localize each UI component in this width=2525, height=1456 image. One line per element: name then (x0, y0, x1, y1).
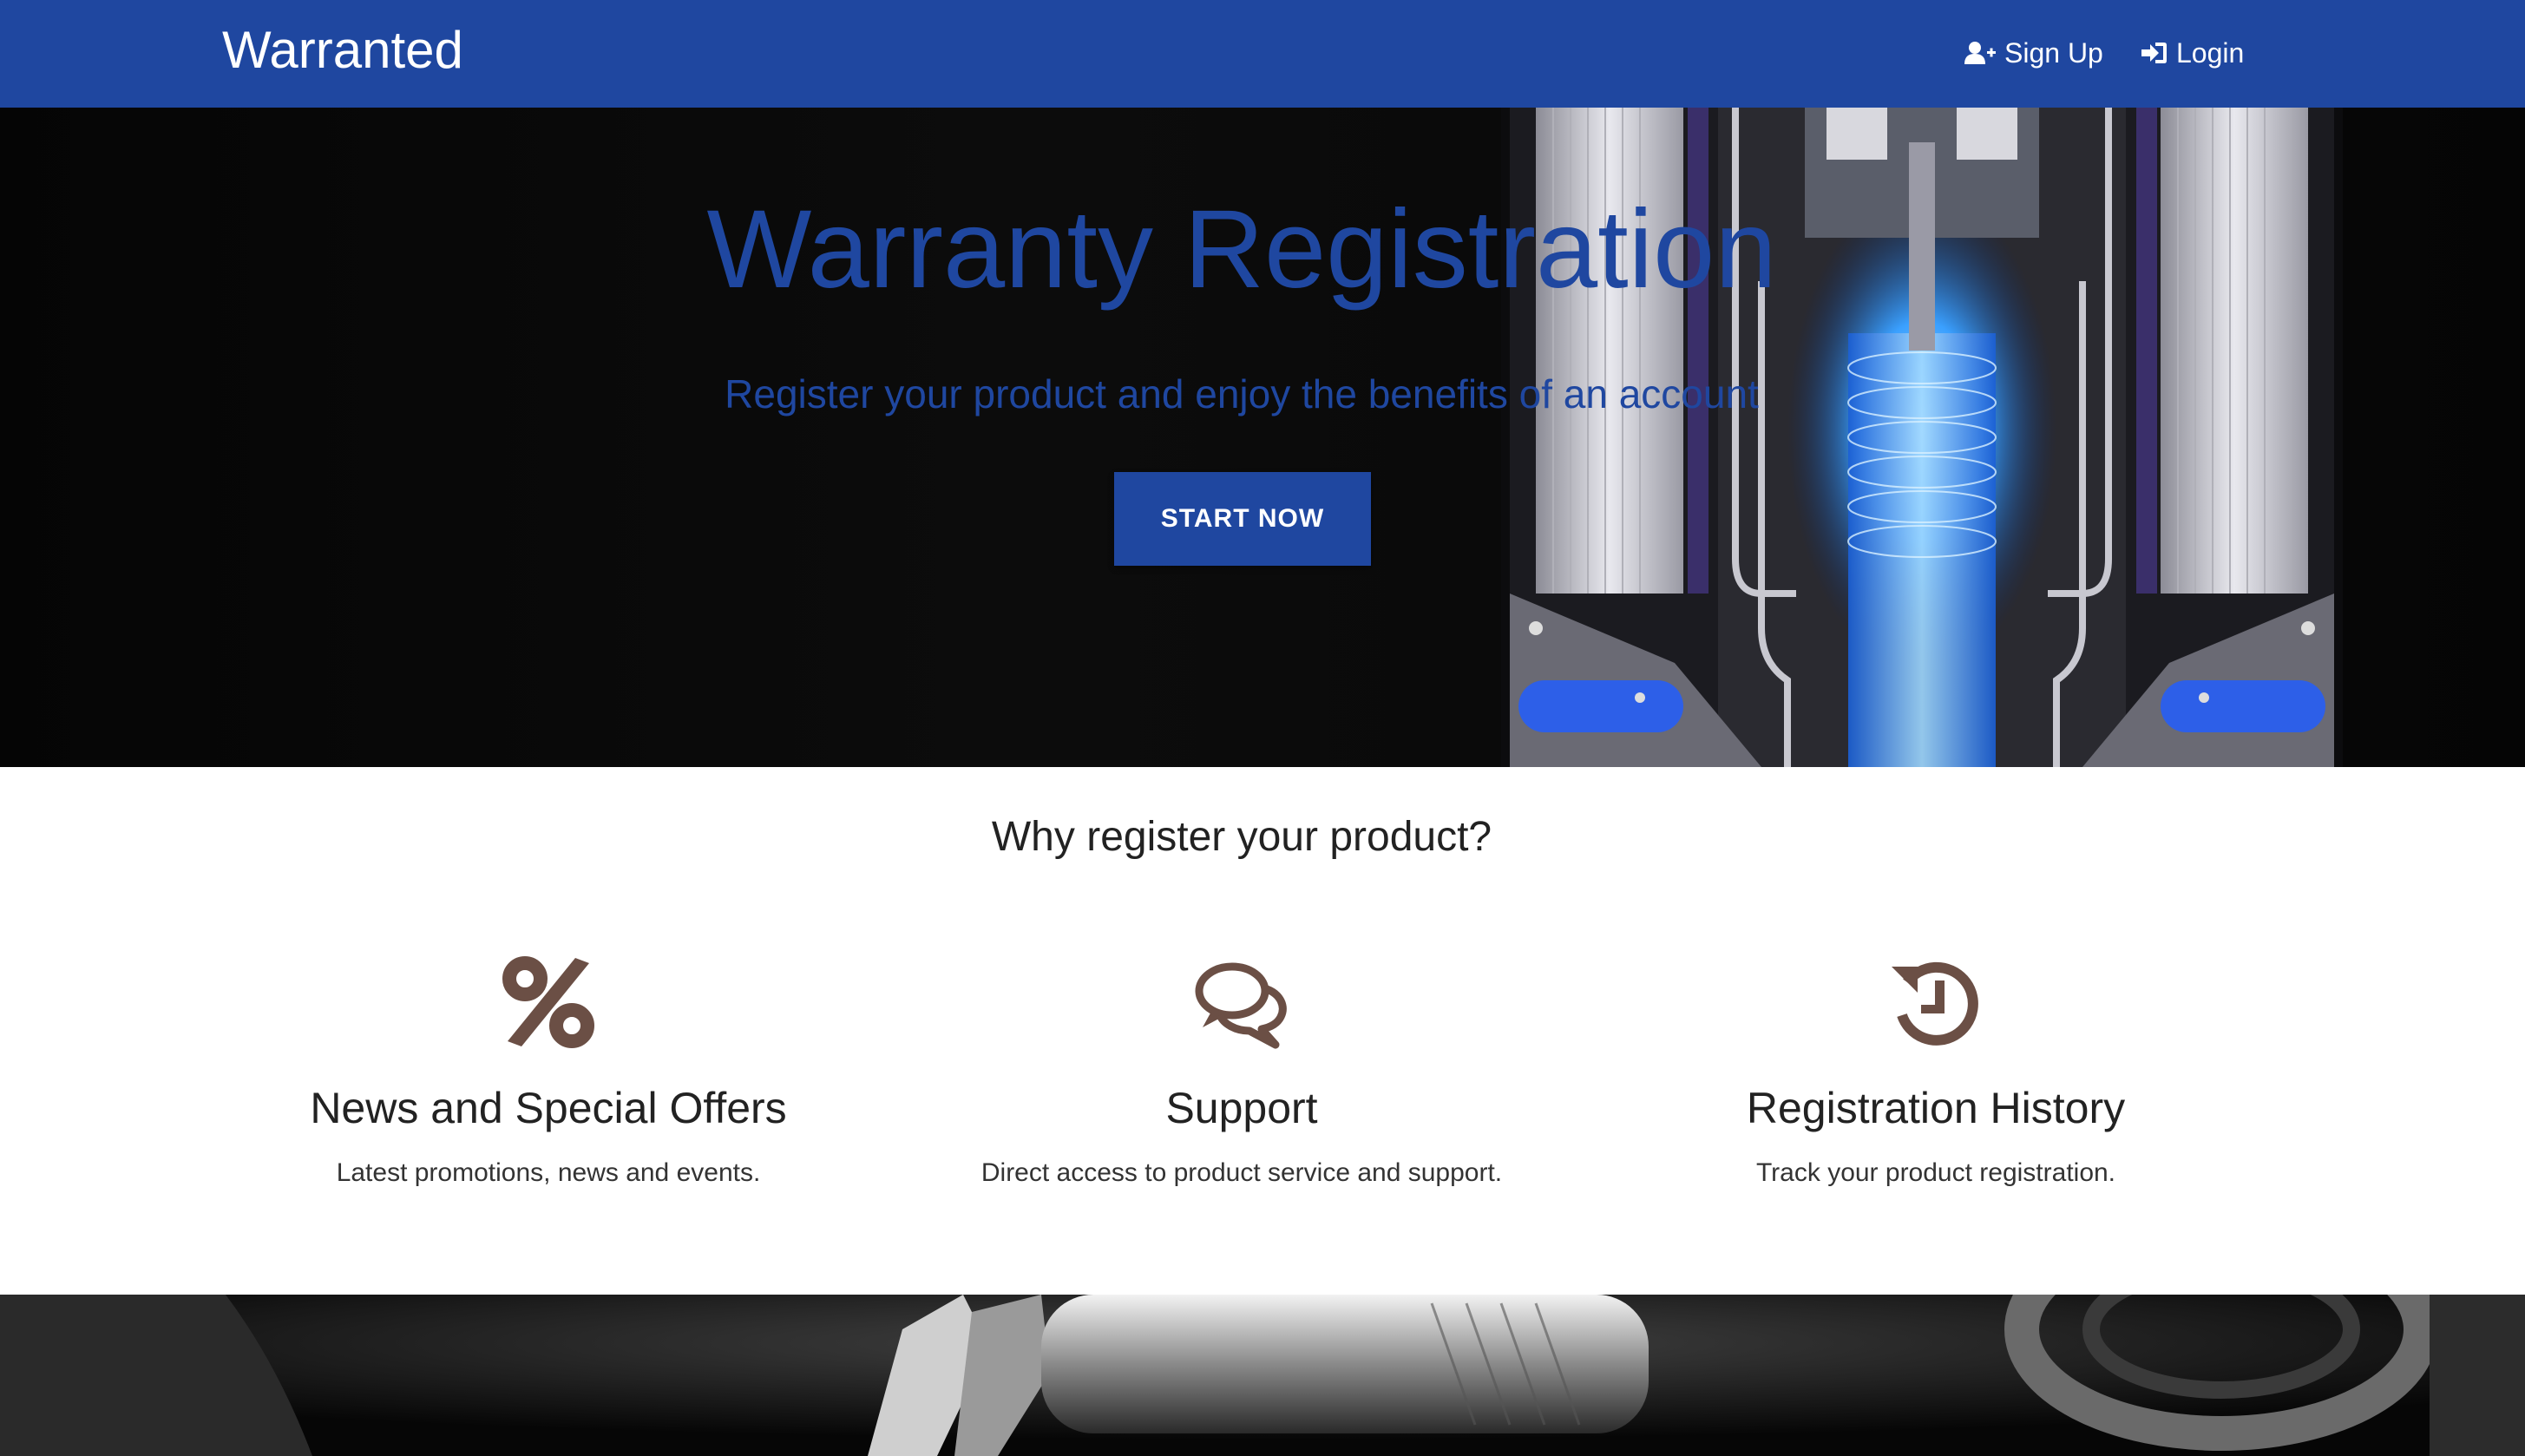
why-register-heading: Why register your product? (991, 814, 1492, 860)
feature-description: Track your product registration. (1755, 1158, 2116, 1187)
bottom-image-banner (0, 1295, 2525, 1456)
feature-news-offers: News and Special Offers Latest promotion… (201, 954, 895, 1192)
user-plus-icon (1964, 41, 1996, 65)
hero-subtitle: Register your product and enjoy the bene… (725, 371, 1759, 416)
login-link[interactable]: Login (2141, 31, 2244, 75)
start-now-button[interactable]: START NOW (1114, 472, 1371, 566)
login-label: Login (2176, 37, 2245, 69)
signup-link[interactable]: Sign Up (1964, 31, 2103, 75)
hero-banner: Warranty Registration Register your prod… (0, 108, 2525, 767)
feature-title: Support (1165, 1084, 1318, 1132)
signup-label: Sign Up (2004, 37, 2103, 69)
feature-registration-history: Registration History Track your product … (1589, 954, 2283, 1192)
feature-description: Direct access to product service and sup… (980, 1158, 1503, 1187)
hero-title: Warranty Registration (706, 187, 1777, 312)
percent-icon (502, 956, 594, 1048)
history-icon (1892, 961, 1978, 1046)
motor-fan-image (0, 1295, 2525, 1456)
brand-logo-link[interactable]: Warranted (222, 16, 463, 85)
feature-support: Support Direct access to product service… (895, 954, 1589, 1192)
feature-title: News and Special Offers (310, 1084, 787, 1132)
feature-description: Latest promotions, news and events. (336, 1158, 761, 1187)
feature-title: Registration History (1746, 1084, 2126, 1132)
sign-in-icon (2141, 41, 2168, 65)
comments-icon (1195, 962, 1287, 1049)
top-navbar: Warranted Sign Up Login (0, 0, 2525, 108)
